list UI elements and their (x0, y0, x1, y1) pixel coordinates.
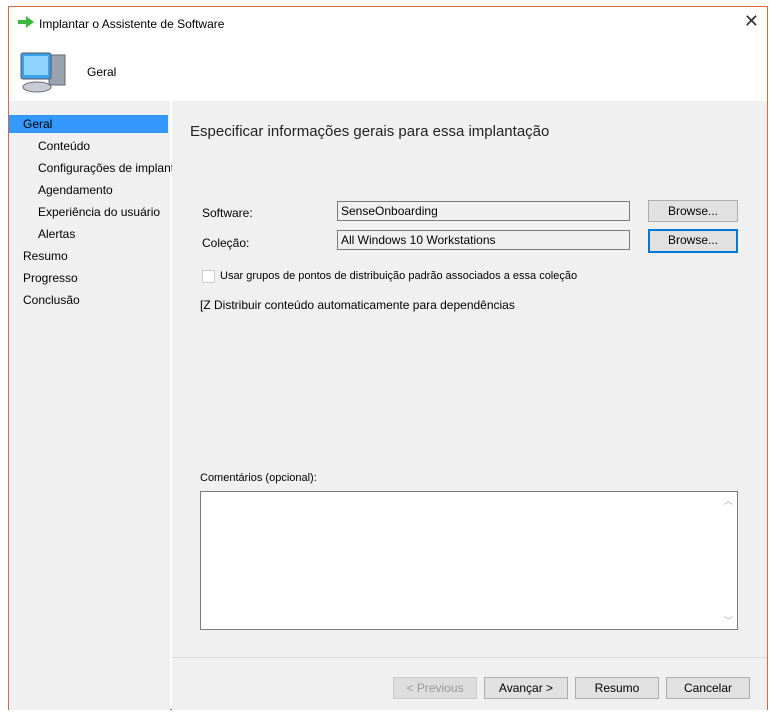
browse-software-button[interactable]: Browse... (648, 200, 738, 222)
page-heading: Especificar informações gerais para essa… (190, 123, 550, 140)
arrow-right-icon (18, 16, 34, 28)
step-progresso[interactable]: Progresso (23, 269, 78, 287)
footer-divider (172, 657, 767, 658)
step-agendamento[interactable]: Agendamento (38, 181, 113, 199)
next-button[interactable]: Avançar > (484, 677, 568, 699)
step-geral[interactable]: Geral (9, 115, 168, 133)
comments-textarea[interactable]: ︿ ﹀ (200, 491, 738, 630)
default-dp-groups-label: Usar grupos de pontos de distribuição pa… (220, 270, 578, 282)
scroll-down-icon[interactable]: ﹀ (720, 614, 737, 627)
cancel-button[interactable]: Cancelar (666, 677, 750, 699)
step-conclusao[interactable]: Conclusão (23, 291, 80, 309)
page-header-title: Geral (87, 65, 117, 79)
scroll-up-icon[interactable]: ︿ (720, 494, 737, 507)
window-title: Implantar o Assistente de Software (39, 17, 225, 31)
default-dp-groups-checkbox[interactable] (202, 270, 215, 283)
comments-label: Comentários (opcional): (200, 472, 317, 484)
main-panel: Especificar informações gerais para essa… (172, 101, 767, 710)
previous-button[interactable]: < Previous (393, 677, 477, 699)
wizard-steps-sidebar: Geral Conteúdo Configurações de implanta… (9, 101, 200, 710)
step-alertas[interactable]: Alertas (38, 225, 75, 243)
wizard-window: Implantar o Assistente de Software ✕ Ger… (8, 6, 768, 710)
browse-collection-button[interactable]: Browse... (648, 229, 738, 253)
software-field[interactable]: SenseOnboarding (337, 201, 630, 221)
software-label: Software: (202, 206, 253, 220)
collection-field[interactable]: All Windows 10 Workstations (337, 230, 630, 250)
close-button[interactable]: ✕ (744, 11, 759, 32)
step-resumo[interactable]: Resumo (23, 247, 68, 265)
summary-button[interactable]: Resumo (575, 677, 659, 699)
collection-label: Coleção: (202, 236, 250, 250)
comments-scrollbar[interactable]: ︿ ﹀ (720, 492, 737, 629)
auto-distribute-checkbox[interactable]: [Z Distribuir conteúdo automaticamente p… (200, 298, 515, 312)
computer-icon (20, 52, 66, 93)
step-experiencia[interactable]: Experiência do usuário (38, 203, 160, 221)
step-conteudo[interactable]: Conteúdo (38, 137, 90, 155)
